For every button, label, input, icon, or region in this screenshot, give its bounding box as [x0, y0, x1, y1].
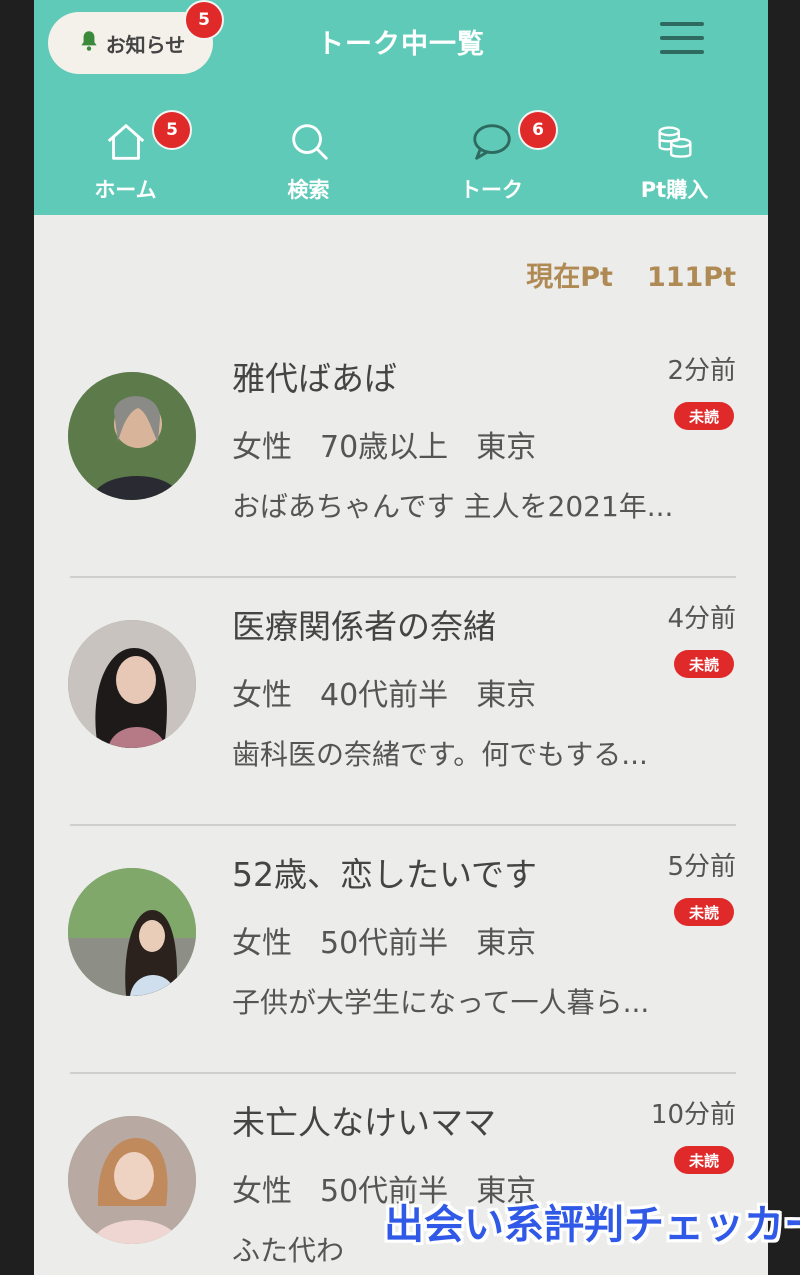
watermark-text: 出会い系評判チェッカー: [384, 1202, 800, 1248]
nav-label-search: 検索: [287, 178, 330, 202]
profile-age: 50代前半: [320, 926, 449, 961]
talk-name: 雅代ばあば: [232, 359, 397, 398]
nav-label-talk: トーク: [460, 178, 523, 202]
talk-message: おばあちゃんです 主人を2021年...: [232, 490, 674, 523]
nav-item-talk[interactable]: トーク 6: [400, 110, 583, 210]
chat-bubble-icon: [469, 124, 515, 168]
unread-badge: 未読: [674, 650, 734, 678]
talk-item[interactable]: 52歳、恋したいです 5分前 未読 女性 50代前半 東京 子供が大学生になって一人…: [34, 826, 768, 1074]
avatar: [68, 868, 196, 996]
avatar: [68, 620, 196, 748]
talk-name: 52歳、恋したいです: [232, 855, 538, 894]
nav-label-pt-purchase: Pt購入: [640, 178, 709, 202]
talk-profile: 女性 70歳以上 東京: [232, 422, 536, 466]
hamburger-menu-icon[interactable]: [660, 22, 704, 62]
bottom-nav: ホーム 5 検索 トーク 6 Pt購入: [34, 110, 768, 210]
talk-badge: 6: [518, 110, 558, 150]
profile-gender: 女性: [232, 926, 292, 961]
talk-name: 医療関係者の奈緒: [232, 607, 496, 646]
talk-name: 未亡人なけいママ: [232, 1103, 496, 1142]
unread-badge: 未読: [674, 402, 734, 430]
home-icon: [103, 124, 149, 168]
nav-label-home: ホーム: [94, 178, 157, 202]
app-header: お知らせ 5 トーク中一覧 ホーム 5 検索 トーク 6 Pt購入: [34, 0, 768, 215]
profile-age: 70歳以上: [320, 430, 449, 465]
profile-area: 東京: [476, 430, 537, 465]
talk-message: 歯科医の奈緒です。何でもする...: [232, 738, 648, 771]
nav-item-home[interactable]: ホーム 5: [34, 110, 217, 210]
profile-gender: 女性: [232, 678, 292, 713]
talk-time: 10分前: [650, 1100, 736, 1130]
home-badge: 5: [152, 110, 192, 150]
talk-time: 4分前: [667, 604, 736, 634]
nav-item-search[interactable]: 検索: [217, 110, 400, 210]
points-value: 111Pt: [646, 262, 736, 293]
talk-list: 雅代ばあば 2分前 未読 女性 70歳以上 東京 おばあちゃんです 主人を2021年…: [34, 330, 768, 1275]
profile-gender: 女性: [232, 1174, 292, 1209]
talk-item[interactable]: 雅代ばあば 2分前 未読 女性 70歳以上 東京 おばあちゃんです 主人を2021年…: [34, 330, 768, 578]
coins-icon: [652, 126, 698, 168]
unread-badge: 未読: [674, 1146, 734, 1174]
unread-badge: 未読: [674, 898, 734, 926]
current-points: 現在Pt 111Pt: [526, 255, 736, 294]
profile-area: 東京: [476, 926, 537, 961]
points-label: 現在Pt: [526, 262, 613, 293]
avatar: [68, 1116, 196, 1244]
avatar: [68, 372, 196, 500]
bell-icon: [76, 28, 102, 59]
phone-screen: お知らせ 5 トーク中一覧 ホーム 5 検索 トーク 6 Pt購入 現在Pt 1…: [34, 0, 768, 1275]
profile-age: 40代前半: [320, 678, 449, 713]
search-icon: [286, 124, 332, 168]
talk-message: 子供が大学生になって一人暮ら...: [232, 986, 650, 1019]
nav-item-pt-purchase[interactable]: Pt購入: [583, 110, 766, 210]
profile-gender: 女性: [232, 430, 292, 465]
profile-area: 東京: [476, 678, 537, 713]
notice-badge: 5: [184, 0, 224, 40]
talk-time: 2分前: [667, 356, 736, 386]
notice-label: お知らせ: [105, 32, 186, 57]
talk-item[interactable]: 医療関係者の奈緒 4分前 未読 女性 40代前半 東京 歯科医の奈緒です。何でもする…: [34, 578, 768, 826]
page-title: トーク中一覧: [317, 29, 485, 60]
talk-time: 5分前: [667, 852, 736, 882]
talk-profile: 女性 40代前半 東京: [232, 670, 536, 714]
talk-profile: 女性 50代前半 東京: [232, 918, 536, 962]
